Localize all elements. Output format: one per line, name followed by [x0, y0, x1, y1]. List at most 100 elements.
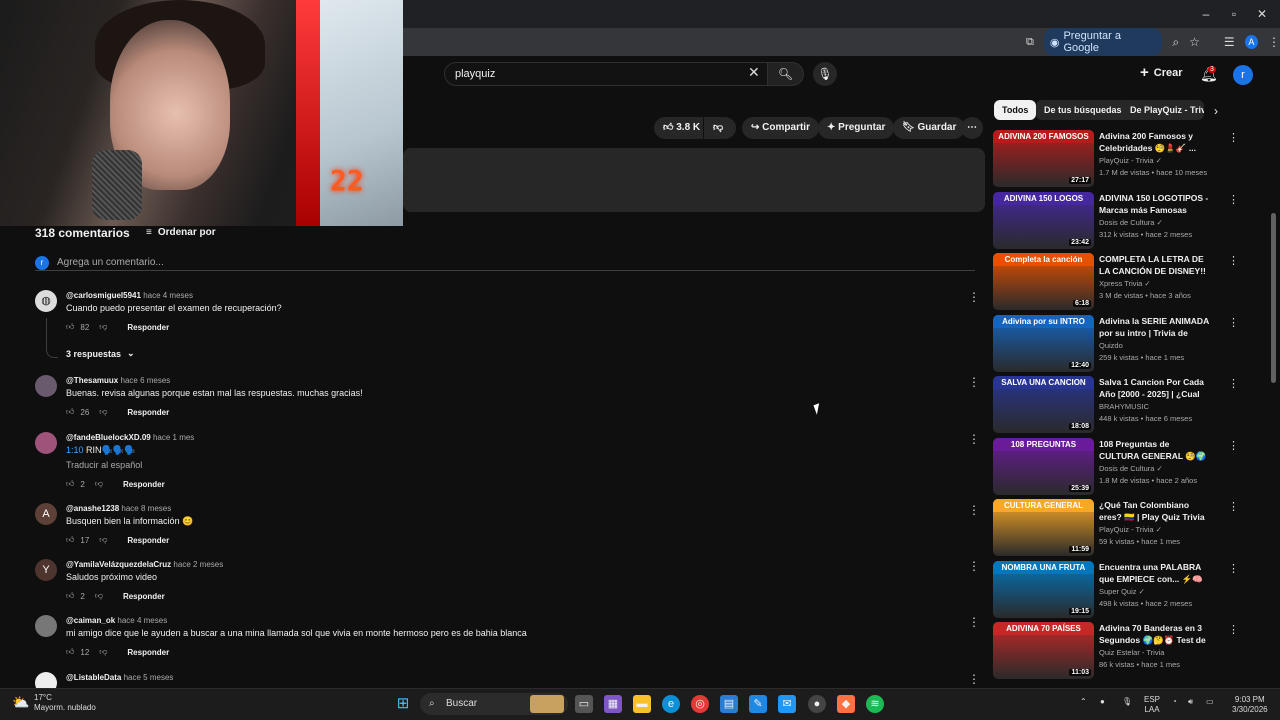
comment-timestamp-link[interactable]: 1:10: [66, 445, 84, 455]
add-comment-input[interactable]: r Agrega un comentario...: [35, 255, 975, 271]
dislike-button[interactable]: 👎︎: [704, 117, 736, 139]
comment-menu-icon[interactable]: ⋮: [968, 503, 980, 517]
video-thumbnail[interactable]: ADIVINA 150 LOGOS 23:42: [993, 191, 1094, 249]
tray-mic-icon[interactable]: 🎙︎: [1122, 697, 1132, 707]
comment-author[interactable]: @YamilaVelázquezdelaCruz: [66, 560, 171, 569]
video-title[interactable]: Encuentra una PALABRA que EMPIECE con...…: [1099, 561, 1211, 585]
maximize-icon[interactable]: ▫: [1224, 6, 1244, 22]
reply-button[interactable]: Responder: [127, 323, 169, 332]
zoom-icon[interactable]: ⌕: [1172, 35, 1179, 50]
share-button[interactable]: ↪ Compartir: [742, 117, 819, 139]
comment-menu-icon[interactable]: ⋮: [968, 672, 975, 686]
task-view-icon[interactable]: ▭: [575, 695, 593, 713]
edge-icon[interactable]: e: [662, 695, 680, 713]
tray-app-icon[interactable]: ●: [1100, 697, 1105, 707]
video-thumbnail[interactable]: NOMBRA UNA FRUTA 19:15: [993, 560, 1094, 618]
clear-search-icon[interactable]: ✕: [748, 64, 760, 81]
wifi-icon[interactable]: ◔: [1172, 697, 1177, 707]
sort-comments-button[interactable]: ≡ Ordenar por: [146, 227, 216, 238]
comment-author[interactable]: @carlosmiguel5941: [66, 291, 141, 300]
file-explorer-icon[interactable]: ▬: [633, 695, 651, 713]
chip-all[interactable]: Todos: [994, 100, 1037, 120]
recommendation-item[interactable]: NOMBRA UNA FRUTA 19:15 Encuentra una PALAB…: [993, 560, 1243, 618]
video-thumbnail[interactable]: Completa la canción 6:18: [993, 253, 1094, 310]
comment-menu-icon[interactable]: ⋮: [968, 615, 980, 629]
thumbs-up-icon[interactable]: 👍︎: [66, 647, 74, 657]
video-menu-icon[interactable]: ⋮: [1228, 377, 1239, 390]
chrome-icon[interactable]: ◎: [691, 695, 709, 713]
obs-icon[interactable]: ●: [808, 695, 826, 713]
voice-search-button[interactable]: 🎙︎: [813, 62, 837, 86]
comment-author[interactable]: @Thesamuux: [66, 376, 118, 385]
reply-button[interactable]: Responder: [127, 648, 169, 657]
video-menu-icon[interactable]: ⋮: [1228, 316, 1239, 329]
channel-name[interactable]: Dosis de Cultura ✓: [1099, 218, 1163, 227]
clock[interactable]: 9:03 PM 3/30/2026: [1232, 695, 1268, 715]
thumbs-down-icon[interactable]: 👎︎: [99, 322, 107, 332]
windows-start-icon[interactable]: ⊞: [394, 695, 412, 713]
commenter-avatar[interactable]: [35, 375, 57, 397]
recommendation-item[interactable]: ADIVINA 150 LOGOS 23:42 ADIVINA 150 LOGOTI…: [993, 191, 1243, 249]
thumbs-down-icon[interactable]: 👎︎: [99, 535, 107, 545]
video-title[interactable]: Adivina 200 Famosos y Celebridades 🧐💄🎸 .…: [1099, 130, 1211, 154]
channel-name[interactable]: PlayQuiz - Trivia ✓: [1099, 525, 1162, 534]
video-title[interactable]: Adivina 70 Banderas en 3 Segundos 🌍🤔⏰ Te…: [1099, 622, 1211, 646]
video-title[interactable]: ADIVINA 150 LOGOTIPOS - Marcas más Famos…: [1099, 192, 1211, 216]
thumbs-down-icon[interactable]: 👎︎: [95, 591, 103, 601]
thumbs-up-icon[interactable]: 👍︎: [66, 591, 74, 601]
video-title[interactable]: 108 Preguntas de CULTURA GENERAL 🧐🌍🧠 | S…: [1099, 438, 1211, 462]
commenter-avatar[interactable]: [35, 432, 57, 454]
reply-button[interactable]: Responder: [123, 592, 165, 601]
translate-link[interactable]: Traducir al español: [66, 460, 142, 470]
video-thumbnail[interactable]: Adivina por su INTRO 12:40: [993, 314, 1094, 372]
search-button[interactable]: 🔍︎: [768, 62, 804, 86]
ask-button[interactable]: ✦ Preguntar: [818, 117, 895, 139]
video-menu-icon[interactable]: ⋮: [1228, 500, 1239, 513]
install-app-icon[interactable]: ⧉: [1026, 36, 1034, 49]
video-thumbnail[interactable]: SALVA UNA CANCION 18:08: [993, 376, 1094, 433]
recommendation-item[interactable]: CULTURA GENERAL 11:59 ¿Qué Tan Colombiano …: [993, 499, 1243, 556]
video-thumbnail[interactable]: CULTURA GENERAL 11:59: [993, 499, 1094, 556]
brave-icon[interactable]: ◆: [837, 695, 855, 713]
browser-profile-avatar[interactable]: A: [1244, 35, 1258, 49]
comment-author[interactable]: @ListableData: [66, 673, 121, 682]
commenter-avatar[interactable]: ◍: [35, 290, 57, 312]
channel-name[interactable]: Quizdo: [1099, 341, 1123, 350]
video-title[interactable]: Adivina la SERIE ANIMADA por su intro | …: [1099, 315, 1211, 339]
comment-author[interactable]: @caiman_ok: [66, 616, 115, 625]
tab-search-icon[interactable]: ☰: [1224, 35, 1235, 49]
video-menu-icon[interactable]: ⋮: [1228, 623, 1239, 636]
thumbs-down-icon[interactable]: 👎︎: [95, 479, 103, 489]
commenter-avatar[interactable]: [35, 672, 57, 688]
recommendation-item[interactable]: Adivina por su INTRO 12:40 Adivina la SERI…: [993, 314, 1243, 372]
reply-button[interactable]: Responder: [127, 536, 169, 545]
thumbs-up-icon[interactable]: 👍︎: [66, 479, 74, 489]
chevron-right-icon[interactable]: ›: [1214, 104, 1218, 118]
comment-menu-icon[interactable]: ⋮: [968, 290, 980, 304]
video-title[interactable]: COMPLETA LA LETRA DE LA CANCIÓN DE DISNE…: [1099, 253, 1211, 277]
weather-widget[interactable]: ⛅ 17°C Mayorm. nublado: [12, 693, 96, 713]
save-button[interactable]: 🔖︎ Guardar: [893, 117, 966, 139]
channel-name[interactable]: Dosis de Cultura ✓: [1099, 464, 1163, 473]
create-button[interactable]: + Crear: [1140, 64, 1183, 81]
channel-name[interactable]: BRAHYMUSIC: [1099, 402, 1149, 411]
ask-google-button[interactable]: ◉ Preguntar a Google: [1043, 28, 1163, 56]
thumbs-down-icon[interactable]: 👎︎: [99, 407, 107, 417]
thumbs-down-icon[interactable]: 👎︎: [99, 647, 107, 657]
comment-author[interactable]: @anashe1238: [66, 504, 119, 513]
commenter-avatar[interactable]: [35, 615, 57, 637]
thumbs-up-icon[interactable]: 👍︎: [66, 535, 74, 545]
account-avatar[interactable]: r: [1233, 65, 1253, 85]
mail-icon[interactable]: ✉: [778, 695, 796, 713]
language-indicator[interactable]: ESP LAA: [1144, 695, 1160, 715]
video-menu-icon[interactable]: ⋮: [1228, 193, 1239, 206]
video-title[interactable]: Salva 1 Cancion Por Cada Año [2000 - 202…: [1099, 376, 1211, 400]
more-actions-button[interactable]: ⋯: [961, 117, 983, 139]
channel-name[interactable]: Super Quiz ✓: [1099, 587, 1145, 596]
close-window-icon[interactable]: ✕: [1252, 6, 1272, 22]
like-button[interactable]: 👍︎ 3.8 K: [654, 117, 703, 139]
video-menu-icon[interactable]: ⋮: [1228, 562, 1239, 575]
channel-name[interactable]: Quiz Estelar - Trivia: [1099, 648, 1164, 657]
recommendation-item[interactable]: 108 PREGUNTAS 25:39 108 Preguntas de CULTU…: [993, 437, 1243, 495]
browser-menu-icon[interactable]: ⋮: [1268, 35, 1280, 49]
